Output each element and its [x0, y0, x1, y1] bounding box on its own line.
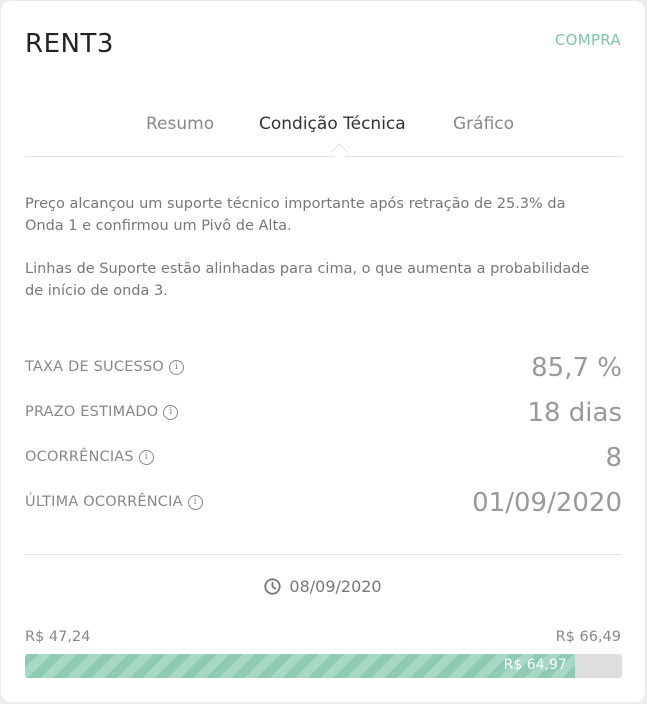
description-paragraph: Preço alcançou um suporte técnico import…: [25, 196, 566, 234]
stat-label: ÚLTIMA OCORRÊNCIA: [25, 494, 183, 510]
current-price-label: R$ 64,97: [503, 657, 567, 673]
price-range-bar: R$ 64,97: [25, 654, 622, 678]
stat-label: OCORRÊNCIAS: [25, 449, 134, 465]
date-row: 08/09/2020: [1, 577, 645, 599]
tab-condicao-tecnica[interactable]: Condição Técnica: [259, 114, 406, 134]
stat-value: 18 dias: [527, 398, 622, 428]
signal-badge: COMPRA: [554, 31, 621, 49]
stat-occurrences: OCORRÊNCIAS i 8: [25, 443, 622, 489]
divider: [25, 554, 622, 555]
description-paragraph: Linhas de Suporte estão alinhadas para c…: [25, 261, 590, 299]
tab-grafico[interactable]: Gráfico: [453, 114, 514, 134]
technical-description: Preço alcançou um suporte técnico import…: [25, 193, 605, 323]
info-icon[interactable]: i: [168, 360, 184, 375]
info-icon[interactable]: i: [138, 450, 154, 465]
ticker-title: RENT3: [25, 29, 114, 59]
stat-value: 8: [605, 443, 622, 473]
stat-value: 85,7 %: [531, 353, 622, 383]
active-tab-indicator: [330, 143, 349, 162]
info-icon[interactable]: i: [163, 405, 179, 420]
price-range-fill: R$ 64,97: [25, 654, 575, 678]
stock-card: RENT3 COMPRA Resumo Condição Técnica Grá…: [1, 1, 645, 702]
stat-label: TAXA DE SUCESSO: [25, 359, 164, 375]
price-range-max: R$ 66,49: [555, 629, 621, 645]
stat-last-occurrence: ÚLTIMA OCORRÊNCIA i 01/09/2020: [25, 488, 622, 534]
price-range-min: R$ 47,24: [25, 629, 91, 645]
stat-label: PRAZO ESTIMADO: [25, 404, 159, 420]
tab-bar: Resumo Condição Técnica Gráfico: [25, 114, 622, 162]
info-icon[interactable]: i: [187, 495, 203, 510]
clock-icon: [264, 578, 281, 599]
stat-value: 01/09/2020: [472, 488, 622, 518]
tab-resumo[interactable]: Resumo: [146, 114, 214, 134]
reference-date: 08/09/2020: [289, 577, 382, 596]
stat-success-rate: TAXA DE SUCESSO i 85,7 %: [25, 353, 622, 399]
stat-estimated-term: PRAZO ESTIMADO i 18 dias: [25, 398, 622, 444]
